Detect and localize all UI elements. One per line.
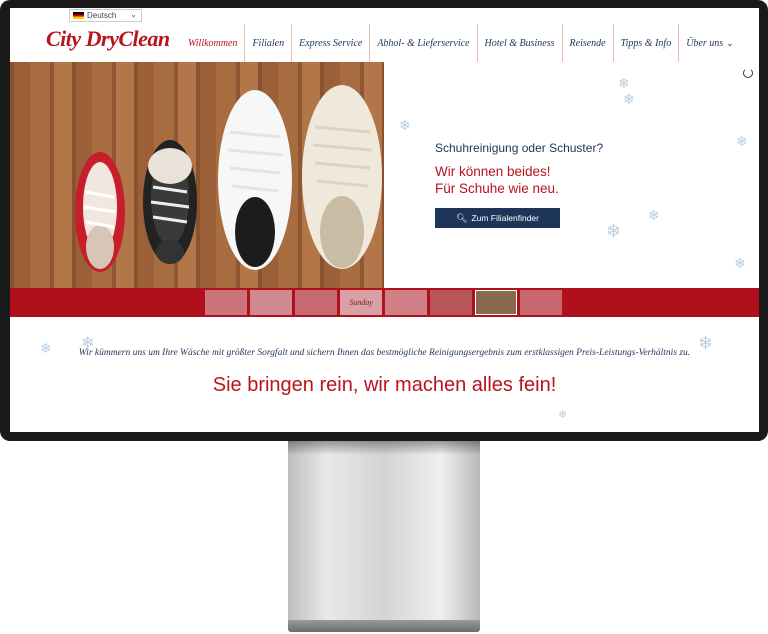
slogan-part1: Sie bringen rein, xyxy=(212,374,359,396)
snowflake-icon: ❄ xyxy=(734,255,746,271)
hero-text-panel: Schuhreinigung oder Schuster? Wir können… xyxy=(384,62,759,288)
slide-thumbnail[interactable] xyxy=(520,290,562,315)
monitor-stand xyxy=(288,441,480,621)
slide-thumbnail[interactable] xyxy=(430,290,472,315)
slide-thumbnail[interactable] xyxy=(295,290,337,315)
slogan: Sie bringen rein, wir machen alles fein! xyxy=(10,374,759,397)
german-flag-icon xyxy=(73,12,84,19)
language-selector[interactable]: Deutsch ⌄ xyxy=(69,9,142,22)
loading-spinner-icon xyxy=(743,68,753,78)
nav-item-reisende[interactable]: Reisende xyxy=(561,24,613,62)
hero-question: Schuhreinigung oder Schuster? xyxy=(435,141,604,155)
snowflake-icon: ❄ xyxy=(698,333,714,353)
hero-banner: Schuhreinigung oder Schuster? Wir können… xyxy=(10,62,759,288)
nav-item-filialen[interactable]: Filialen xyxy=(244,24,291,62)
snowflake-icon: ❄ xyxy=(606,221,622,241)
monitor-stand-base xyxy=(288,620,480,632)
snowflake-icon: ❄ xyxy=(736,133,748,149)
snowflake-icon: ❄ xyxy=(399,117,411,133)
tagline: Wir kümmern uns um Ihre Wäsche mit größt… xyxy=(78,348,691,358)
hero-headline-line2: Für Schuhe wie neu. xyxy=(435,181,559,196)
snowflake-icon: ❄ xyxy=(81,335,95,352)
shoes-illustration xyxy=(75,85,382,272)
nav-item-willkommen[interactable]: Willkommen xyxy=(181,24,244,62)
nav-item-hotel-business[interactable]: Hotel & Business xyxy=(476,24,562,62)
snowflake-icon: ❄ xyxy=(558,409,568,421)
branch-finder-button[interactable]: 🔍︎ Zum Filialenfinder xyxy=(435,208,560,228)
shoes-photo xyxy=(10,62,384,288)
branch-finder-button-label: Zum Filialenfinder xyxy=(471,213,539,223)
browser-screen: Deutsch ⌄ City DryClean Willkommen Filia… xyxy=(10,8,759,432)
slide-thumbnail[interactable] xyxy=(250,290,292,315)
nav-item-express-service[interactable]: Express Service xyxy=(291,24,369,62)
chevron-down-icon: ⌄ xyxy=(130,10,137,19)
snowflake-icon: ❄ xyxy=(618,75,630,91)
chevron-down-icon: ⌄ xyxy=(726,37,734,48)
main-nav: Willkommen Filialen Express Service Abho… xyxy=(181,24,741,62)
site-logo[interactable]: City DryClean xyxy=(46,26,170,52)
monitor-frame: Deutsch ⌄ City DryClean Willkommen Filia… xyxy=(0,0,768,441)
snowflake-icon: ❄ xyxy=(623,91,635,107)
snowflake-icon: ❄ xyxy=(40,340,52,356)
hero-headline-line1: Wir können beides! xyxy=(435,164,551,179)
nav-item-tipps-info[interactable]: Tipps & Info xyxy=(612,24,679,62)
thumbnail-strip: Sunday xyxy=(10,288,759,317)
slide-thumbnail[interactable] xyxy=(385,290,427,315)
search-icon: 🔍︎ xyxy=(456,212,468,223)
thumbnail-caption: Sunday xyxy=(349,298,373,307)
snowflake-icon: ❄ xyxy=(648,207,660,223)
nav-item-ueber-uns-label: Über uns xyxy=(686,37,724,49)
site-header: Deutsch ⌄ City DryClean Willkommen Filia… xyxy=(10,8,759,63)
slogan-part2: wir machen alles fein! xyxy=(358,374,557,396)
nav-item-ueber-uns[interactable]: Über uns ⌄ xyxy=(678,24,741,62)
slide-thumbnail[interactable]: Sunday xyxy=(340,290,382,315)
stand-shadow xyxy=(288,441,480,455)
slide-thumbnail[interactable] xyxy=(205,290,247,315)
slide-thumbnail-active[interactable] xyxy=(475,290,517,315)
nav-item-abhol-lieferservice[interactable]: Abhol- & Lieferservice xyxy=(369,24,476,62)
language-label: Deutsch xyxy=(87,11,117,20)
